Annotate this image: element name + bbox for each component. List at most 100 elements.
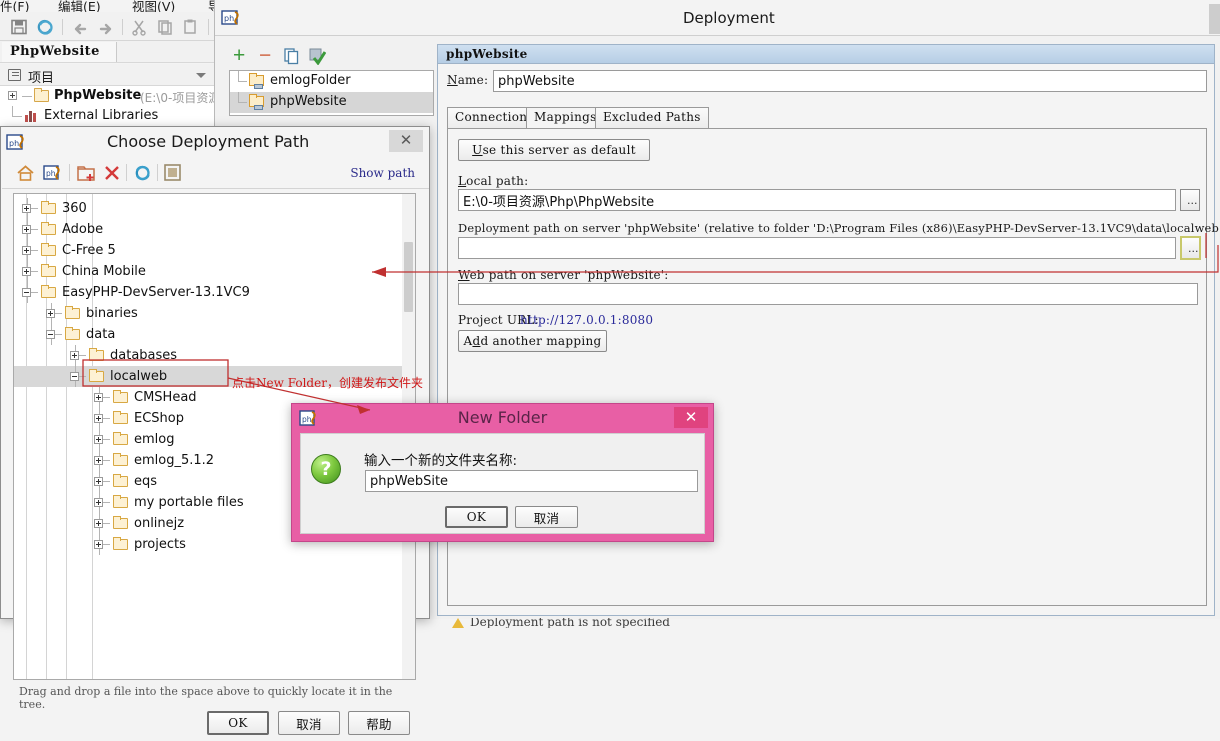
tab-mappings[interactable]: Mappings <box>526 107 605 128</box>
tree-item-label: projects <box>134 537 186 552</box>
expand-toggle-icon[interactable] <box>94 435 103 444</box>
project-root-icon[interactable]: ph <box>43 163 63 183</box>
delete-icon[interactable] <box>103 164 121 182</box>
expand-toggle-icon[interactable] <box>94 393 103 402</box>
folder-icon <box>41 243 56 256</box>
folder-icon <box>89 348 104 361</box>
help-button[interactable]: 帮助 <box>348 711 410 735</box>
deployment-path-input[interactable] <box>458 237 1176 259</box>
collapse-toggle-icon[interactable] <box>22 288 31 297</box>
hide-path-icon[interactable] <box>164 164 181 181</box>
tree-item-label: eqs <box>134 474 158 489</box>
expand-toggle-icon[interactable] <box>94 477 103 486</box>
local-path-browse-button[interactable]: ... <box>1180 189 1200 211</box>
tree-item-label: onlinejz <box>134 516 185 531</box>
tree-item-label: databases <box>110 348 178 363</box>
expand-toggle-icon[interactable] <box>94 414 103 423</box>
name-input[interactable] <box>493 70 1207 92</box>
local-path-input[interactable] <box>458 189 1176 211</box>
tree-item-360[interactable]: 360 <box>14 198 415 219</box>
server-list-item-emlogfolder[interactable]: emlogFolder <box>230 71 433 92</box>
server-list-item-phpwebsite[interactable]: phpWebsite <box>230 92 433 113</box>
tree-item-label: EasyPHP-DevServer-13.1VC9 <box>62 285 250 300</box>
expand-toggle-icon[interactable] <box>22 204 31 213</box>
expand-toggle-icon[interactable] <box>22 246 31 255</box>
server-settings-header: phpWebsite <box>438 45 1214 64</box>
home-icon[interactable] <box>16 164 35 183</box>
tree-scrollbar-thumb[interactable] <box>404 242 413 312</box>
menu-item-2[interactable]: 视图(V) <box>132 0 175 12</box>
server-list[interactable]: emlogFolder phpWebsite <box>229 70 434 116</box>
folder-icon <box>41 201 56 214</box>
copy-icon[interactable] <box>156 18 174 36</box>
ok-button[interactable]: OK <box>445 506 508 528</box>
show-path-link[interactable]: Show path <box>350 166 415 180</box>
window-scrollbar[interactable] <box>1209 4 1220 34</box>
folder-icon <box>41 285 56 298</box>
set-default-server-button[interactable] <box>309 48 326 65</box>
expand-toggle-icon[interactable] <box>94 540 103 549</box>
expand-toggle-icon[interactable] <box>22 225 31 234</box>
expand-toggle-icon[interactable] <box>94 456 103 465</box>
expand-toggle-icon[interactable] <box>70 351 79 360</box>
new-folder-name-input[interactable] <box>365 470 698 492</box>
new-folder-dialog-body: ? 输入一个新的文件夹名称: OK 取消 <box>300 433 705 534</box>
project-tree-item-phpwebsite[interactable]: PhpWebsite (E:\0-项目资源\P <box>0 86 232 106</box>
ok-button[interactable]: OK <box>207 711 269 735</box>
cancel-button[interactable]: 取消 <box>278 711 340 735</box>
add-another-mapping-button[interactable]: Add another mapping <box>458 330 607 352</box>
refresh-icon[interactable] <box>133 163 152 182</box>
collapse-toggle-icon[interactable] <box>46 330 55 339</box>
tree-item-binaries[interactable]: binaries <box>14 303 415 324</box>
copy-server-button[interactable] <box>284 48 300 65</box>
paste-icon[interactable] <box>182 18 200 36</box>
expand-toggle-icon[interactable] <box>94 498 103 507</box>
web-path-input[interactable] <box>458 283 1198 305</box>
deployment-path-label: Deployment path on server 'phpWebsite' (… <box>458 221 1220 235</box>
new-folder-icon[interactable] <box>77 164 97 183</box>
expand-toggle-icon[interactable] <box>46 309 55 318</box>
tree-item-china-mobile[interactable]: China Mobile <box>14 261 415 282</box>
close-icon[interactable]: ✕ <box>674 407 708 428</box>
tree-item-data[interactable]: data <box>14 324 415 345</box>
tree-item-c-free-5[interactable]: C-Free 5 <box>14 240 415 261</box>
remove-server-button[interactable]: − <box>259 45 271 66</box>
tree-item-label: Adobe <box>62 222 104 237</box>
project-tree-item-external-libraries[interactable]: External Libraries <box>0 106 222 126</box>
project-url-value[interactable]: http://127.0.0.1:8080 <box>520 313 653 327</box>
cut-icon[interactable] <box>130 18 148 36</box>
tab-excluded-paths[interactable]: Excluded Paths <box>595 107 709 128</box>
tree-item-label: 360 <box>62 201 87 216</box>
use-this-server-as-default-button[interactable]: Use this server as default <box>458 139 650 161</box>
sync-icon[interactable] <box>36 18 54 36</box>
new-folder-prompt: 输入一个新的文件夹名称: <box>364 453 518 469</box>
cancel-button[interactable]: 取消 <box>515 506 578 528</box>
menu-item-0[interactable]: 件(F) <box>0 0 29 12</box>
editor-tab-phpwebsite[interactable]: PhpWebsite <box>2 42 117 62</box>
chevron-down-icon[interactable] <box>196 73 206 78</box>
expand-toggle-icon[interactable] <box>94 519 103 528</box>
libraries-icon <box>25 110 38 122</box>
tree-item-databases[interactable]: databases <box>14 345 415 366</box>
folder-icon <box>113 453 128 466</box>
tree-item-adobe[interactable]: Adobe <box>14 219 415 240</box>
save-icon[interactable] <box>10 18 28 36</box>
undo-icon[interactable] <box>71 18 89 36</box>
folder-icon <box>113 411 128 424</box>
php-storm-icon: ph <box>221 10 239 25</box>
project-tool-window-header[interactable]: 项目 <box>0 64 220 86</box>
tree-item-easyphp-devserver-13-1vc9[interactable]: EasyPHP-DevServer-13.1VC9 <box>14 282 415 303</box>
expand-toggle-icon[interactable] <box>22 267 31 276</box>
deployment-window-title: Deployment <box>683 9 775 27</box>
redo-icon[interactable] <box>97 18 115 36</box>
tab-connection[interactable]: Connection <box>447 107 536 128</box>
add-server-button[interactable]: + <box>233 45 245 66</box>
new-folder-dialog-title: New Folder <box>457 408 548 427</box>
tree-item-label: localweb <box>110 369 168 384</box>
deployment-path-browse-button[interactable]: ... <box>1180 236 1201 260</box>
collapse-toggle-icon[interactable] <box>70 372 79 381</box>
expand-toggle-icon[interactable] <box>8 91 17 100</box>
menu-item-1[interactable]: 编辑(E) <box>58 0 101 12</box>
close-icon[interactable]: ✕ <box>389 130 423 152</box>
folder-icon <box>113 390 128 403</box>
